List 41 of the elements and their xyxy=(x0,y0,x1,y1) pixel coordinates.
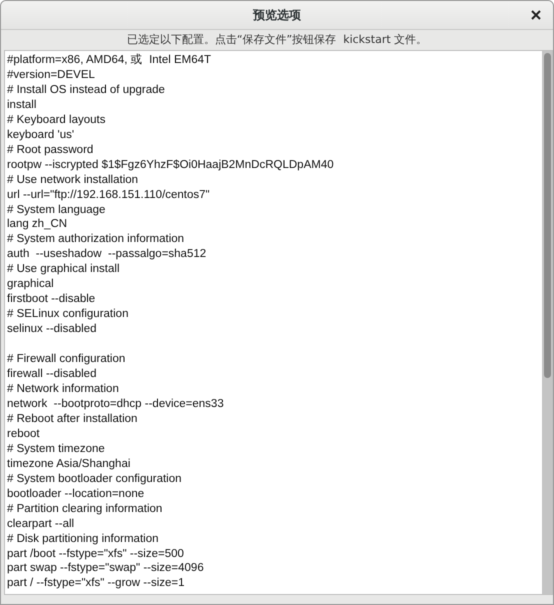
config-line: # System language xyxy=(7,202,106,218)
config-line: #version=DEVEL xyxy=(7,68,96,83)
config-line: # System timezone xyxy=(7,442,106,457)
config-line: graphical xyxy=(7,277,55,292)
config-line: keyboard 'us' xyxy=(7,128,76,143)
config-line: # Use graphical install xyxy=(7,262,121,278)
config-line: # Disk partitioning information xyxy=(7,532,160,546)
config-line: bootloader --location=none xyxy=(7,486,146,502)
config-line: install xyxy=(7,98,38,113)
config-line: url --url="ftp://192.168.151.110/centos7" xyxy=(7,188,211,203)
info-message: 已选定以下配置。点击“保存文件”按钮保存 kickstart 文件。 xyxy=(126,32,428,46)
config-line: part / --fstype="xfs" --grow --size=1 xyxy=(7,576,186,592)
config-line: # Reboot after installation xyxy=(7,412,138,427)
config-line: part swap --fstype="swap" --size=4096 xyxy=(7,561,205,576)
config-line: # Use network installation xyxy=(7,172,140,188)
config-line: # Partition clearing information xyxy=(7,502,164,517)
config-line: clearpart --all xyxy=(7,516,76,532)
close-icon xyxy=(531,10,541,20)
scrollbar-track[interactable] xyxy=(542,51,552,594)
config-line: # SELinux configuration xyxy=(7,307,130,322)
config-line: # Root password xyxy=(7,142,94,158)
config-line: part /boot --fstype="xfs" --size=500 xyxy=(7,546,185,562)
config-line: #platform=x86, AMD64, 或 Intel EM64T xyxy=(7,53,212,68)
config-line: network --bootproto=dhcp --device=ens33 xyxy=(7,396,225,412)
config-line: rootpw --iscrypted $1$Fgz6YhzF$Oi0HaajB2MnDcRQLDpAM40 xyxy=(7,158,335,173)
config-line: selinux --disabled xyxy=(7,322,98,338)
config-line: # System bootloader configuration xyxy=(7,472,183,487)
config-line: auth --useshadow --passalgo=sha512 xyxy=(7,247,208,262)
window-title: 预览选项 xyxy=(253,6,301,24)
close-button[interactable] xyxy=(529,8,543,22)
config-line: # Keyboard layouts xyxy=(7,112,106,128)
config-line: firewall --disabled xyxy=(7,367,98,382)
config-line: # Network information xyxy=(7,382,120,397)
config-line: # Install OS instead of upgrade xyxy=(7,82,166,98)
config-line: lang zh_CN xyxy=(7,217,68,232)
config-line: # System authorization information xyxy=(7,232,186,248)
scrollbar-thumb[interactable] xyxy=(544,53,550,378)
config-line: timezone Asia/Shanghai xyxy=(7,456,132,472)
config-line: firstboot --disable xyxy=(7,292,96,308)
config-line: reboot xyxy=(7,426,41,442)
config-line: # Firewall configuration xyxy=(7,352,126,368)
